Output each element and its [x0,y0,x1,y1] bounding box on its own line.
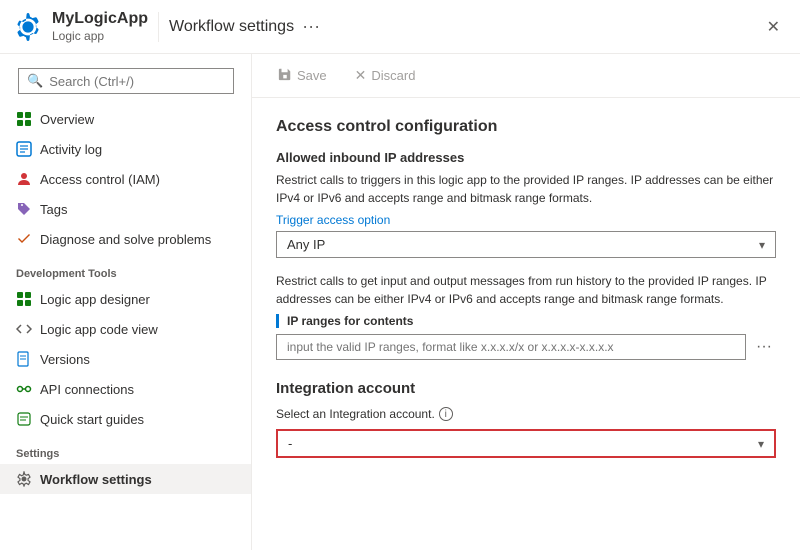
search-input[interactable] [49,74,225,89]
discard-button[interactable]: ✕ Discard [349,63,422,88]
sidebar-label-quickstart: Quick start guides [40,412,144,427]
ip-input-row: ··· [276,334,776,360]
description-contents: Restrict calls to get input and output m… [276,272,776,308]
save-icon [278,67,292,84]
ip-more-options-icon[interactable]: ··· [752,334,776,360]
sidebar-label-access-control: Access control (IAM) [40,172,160,187]
integration-dropdown-value: - [288,436,292,451]
dev-tools-header: Development Tools [0,254,251,284]
integration-title: Integration account [276,380,776,397]
dropdown-value: Any IP [287,237,325,252]
sidebar-item-tags[interactable]: Tags [0,194,251,224]
toolbar: Save ✕ Discard [252,54,800,98]
access-control-section: Access control configuration Allowed inb… [276,118,776,360]
sidebar-label-designer: Logic app designer [40,292,150,307]
save-button[interactable]: Save [272,63,333,88]
iam-icon [16,171,32,187]
sidebar-label-tags: Tags [40,202,67,217]
sidebar: 🔍 « Overview Activity log [0,54,252,550]
save-label: Save [297,68,327,83]
sidebar-item-versions[interactable]: Versions [0,344,251,374]
tags-icon [16,201,32,217]
integration-chevron-down-icon: ▾ [758,437,764,451]
sidebar-scroll: Overview Activity log Access control (IA… [0,104,251,550]
ip-ranges-input[interactable] [276,334,746,360]
sidebar-label-workflow-settings: Workflow settings [40,472,152,487]
versions-icon [16,351,32,367]
settings-header: Settings [0,434,251,464]
sidebar-label-api-connections: API connections [40,382,134,397]
content-scroll: Access control configuration Allowed inb… [252,98,800,550]
ip-ranges-label: IP ranges for contents [276,314,776,328]
description-trigger: Restrict calls to triggers in this logic… [276,171,776,207]
sidebar-label-diagnose: Diagnose and solve problems [40,232,211,247]
search-icon: 🔍 [27,73,43,89]
integration-account-section: Integration account Select an Integratio… [276,380,776,458]
api-icon [16,381,32,397]
sidebar-item-access-control[interactable]: Access control (IAM) [0,164,251,194]
sidebar-item-diagnose[interactable]: Diagnose and solve problems [0,224,251,254]
sidebar-item-activity-log[interactable]: Activity log [0,134,251,164]
diagnose-icon [16,231,32,247]
allowed-ip-title: Allowed inbound IP addresses [276,150,776,165]
app-title-group: MyLogicApp Logic app [52,10,148,43]
app-type: Logic app [52,29,148,43]
overview-icon [16,111,32,127]
sidebar-item-api-connections[interactable]: API connections [0,374,251,404]
code-icon [16,321,32,337]
app-name: MyLogicApp [52,10,148,28]
discard-label: Discard [371,68,415,83]
close-icon[interactable]: ✕ [761,13,786,41]
activity-log-icon [16,141,32,157]
main-layout: 🔍 « Overview Activity log [0,54,800,550]
section-title: Access control configuration [276,118,776,136]
search-box[interactable]: 🔍 [18,68,234,94]
sidebar-label-code-view: Logic app code view [40,322,158,337]
sidebar-label-versions: Versions [40,352,90,367]
sidebar-item-workflow-settings[interactable]: Workflow settings [0,464,251,494]
gear-icon [14,13,42,41]
trigger-access-label: Trigger access option [276,213,776,227]
workflow-title: Workflow settings [169,18,294,36]
trigger-access-dropdown[interactable]: Any IP ▾ [276,231,776,258]
discard-icon: ✕ [355,67,367,84]
integration-select-label: Select an Integration account. i [276,407,776,421]
designer-icon [16,291,32,307]
sidebar-item-designer[interactable]: Logic app designer [0,284,251,314]
info-icon[interactable]: i [439,407,453,421]
app-header: MyLogicApp Logic app Workflow settings ·… [0,0,800,54]
sidebar-item-quickstart[interactable]: Quick start guides [0,404,251,434]
content-area: Save ✕ Discard Access control configurat… [252,54,800,550]
header-separator [158,12,159,42]
workflow-settings-icon [16,471,32,487]
integration-account-dropdown[interactable]: - ▾ [276,429,776,458]
sidebar-item-overview[interactable]: Overview [0,104,251,134]
sidebar-item-code-view[interactable]: Logic app code view [0,314,251,344]
chevron-down-icon: ▾ [759,238,765,252]
sidebar-label-activity-log: Activity log [40,142,102,157]
quickstart-icon [16,411,32,427]
more-options-icon[interactable]: ··· [302,16,320,37]
sidebar-label-overview: Overview [40,112,94,127]
